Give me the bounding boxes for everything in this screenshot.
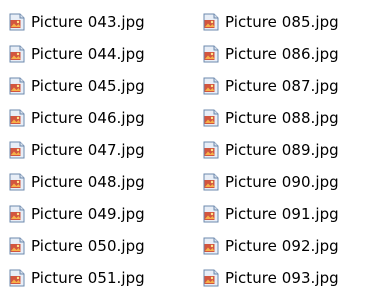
image-file-icon — [202, 237, 220, 256]
image-file-icon — [202, 45, 220, 64]
file-name: Picture 043.jpg — [31, 13, 145, 31]
file-list: Picture 043.jpg Picture 044.jpg Picture … — [0, 6, 379, 297]
image-file-icon — [8, 237, 26, 256]
file-column-1: Picture 043.jpg Picture 044.jpg Picture … — [8, 6, 145, 294]
image-file-icon — [8, 77, 26, 96]
file-item[interactable]: Picture 049.jpg — [8, 198, 145, 230]
file-name: Picture 087.jpg — [225, 77, 339, 95]
file-item[interactable]: Picture 091.jpg — [202, 198, 339, 230]
file-name: Picture 049.jpg — [31, 205, 145, 223]
file-item[interactable]: Picture 051.jpg — [8, 262, 145, 294]
file-item[interactable]: Picture 045.jpg — [8, 70, 145, 102]
file-item[interactable]: Picture 092.jpg — [202, 230, 339, 262]
file-column-2: Picture 085.jpg Picture 086.jpg Picture … — [202, 6, 339, 294]
image-file-icon — [202, 77, 220, 96]
file-item[interactable]: Picture 044.jpg — [8, 38, 145, 70]
file-item[interactable]: Picture 093.jpg — [202, 262, 339, 294]
image-file-icon — [8, 45, 26, 64]
file-name: Picture 085.jpg — [225, 13, 339, 31]
file-name: Picture 045.jpg — [31, 77, 145, 95]
file-item[interactable]: Picture 047.jpg — [8, 134, 145, 166]
file-name: Picture 044.jpg — [31, 45, 145, 63]
file-item[interactable]: Picture 085.jpg — [202, 6, 339, 38]
file-item[interactable]: Picture 088.jpg — [202, 102, 339, 134]
file-name: Picture 050.jpg — [31, 237, 145, 255]
file-name: Picture 051.jpg — [31, 269, 145, 287]
file-name: Picture 048.jpg — [31, 173, 145, 191]
file-name: Picture 046.jpg — [31, 109, 145, 127]
file-name: Picture 091.jpg — [225, 205, 339, 223]
file-item[interactable]: Picture 089.jpg — [202, 134, 339, 166]
file-name: Picture 086.jpg — [225, 45, 339, 63]
image-file-icon — [202, 205, 220, 224]
file-name: Picture 047.jpg — [31, 141, 145, 159]
image-file-icon — [8, 205, 26, 224]
image-file-icon — [202, 141, 220, 160]
image-file-icon — [202, 269, 220, 288]
file-name: Picture 090.jpg — [225, 173, 339, 191]
file-name: Picture 089.jpg — [225, 141, 339, 159]
file-item[interactable]: Picture 087.jpg — [202, 70, 339, 102]
file-item[interactable]: Picture 090.jpg — [202, 166, 339, 198]
image-file-icon — [8, 141, 26, 160]
file-item[interactable]: Picture 043.jpg — [8, 6, 145, 38]
image-file-icon — [8, 109, 26, 128]
file-name: Picture 092.jpg — [225, 237, 339, 255]
file-item[interactable]: Picture 086.jpg — [202, 38, 339, 70]
file-item[interactable]: Picture 046.jpg — [8, 102, 145, 134]
image-file-icon — [8, 173, 26, 192]
file-name: Picture 093.jpg — [225, 269, 339, 287]
image-file-icon — [8, 13, 26, 32]
file-name: Picture 088.jpg — [225, 109, 339, 127]
image-file-icon — [202, 173, 220, 192]
file-item[interactable]: Picture 050.jpg — [8, 230, 145, 262]
image-file-icon — [202, 13, 220, 32]
image-file-icon — [8, 269, 26, 288]
image-file-icon — [202, 109, 220, 128]
file-item[interactable]: Picture 048.jpg — [8, 166, 145, 198]
